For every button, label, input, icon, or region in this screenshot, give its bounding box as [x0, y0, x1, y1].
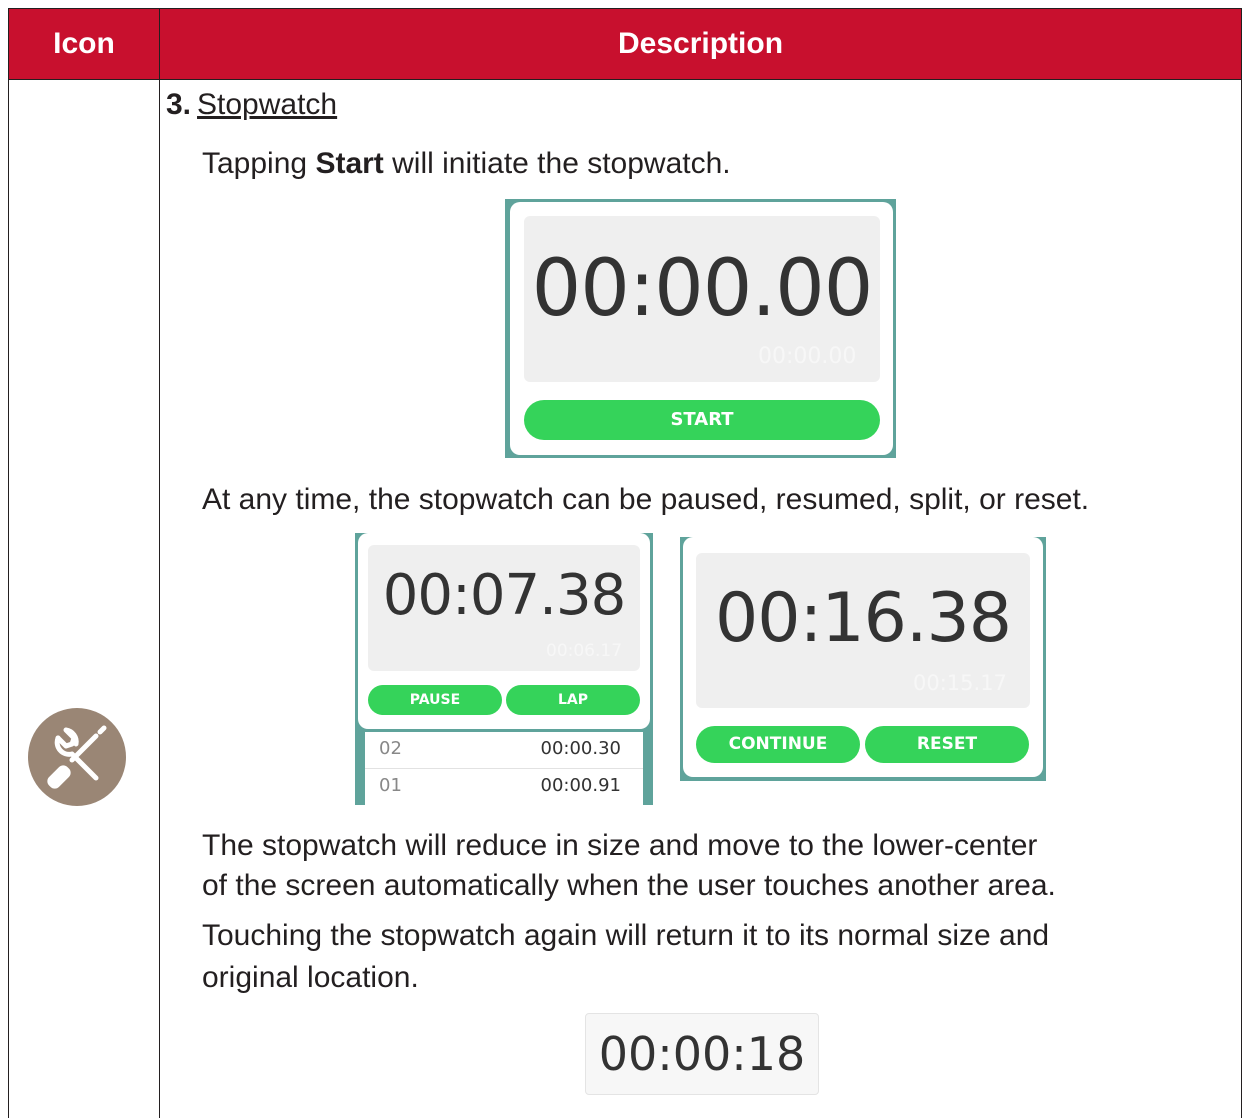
tools-icon [28, 708, 126, 806]
lap-row: 02 00:00.30 [365, 738, 643, 769]
pause-button[interactable]: PAUSE [368, 685, 502, 715]
table-header: Icon Description [9, 8, 1241, 80]
section-title: 3. Stopwatch [166, 88, 337, 122]
lap-time: 00:00.91 [540, 775, 622, 796]
text-reduce-line-4: original location. [202, 961, 419, 994]
stopwatch-figure-running: 00:07.38 00:06.17 PAUSE LAP [358, 533, 650, 729]
continue-button[interactable]: CONTINUE [696, 726, 860, 763]
mini-stopwatch[interactable]: 00:00:18 [585, 1013, 819, 1095]
section-name: Stopwatch [197, 88, 338, 121]
stopwatch-figure-paused: 00:16.38 00:15.17 CONTINUE RESET [683, 537, 1043, 777]
text-reduce-line-1: The stopwatch will reduce in size and mo… [202, 829, 1038, 862]
lap-row: 01 00:00.91 [365, 775, 643, 805]
start-button[interactable]: START [524, 400, 880, 440]
text-pause-resume: At any time, the stopwatch can be paused… [202, 483, 1090, 516]
lap-index: 02 [379, 738, 402, 759]
section-number: 3. [166, 88, 192, 121]
main-time: 00:16.38 [714, 579, 1012, 658]
lap-index: 01 [379, 775, 402, 796]
split-time: 00:06.17 [546, 641, 623, 661]
main-time: 00:07.38 [382, 563, 626, 628]
text-reduce-line-3: Touching the stopwatch again will return… [202, 919, 1050, 952]
split-time: 00:00.00 [758, 344, 857, 369]
header-icon-column: Icon [53, 27, 115, 60]
lap-time: 00:00.30 [540, 738, 622, 759]
stopwatch-figure-start: 00:00.00 00:00.00 START [510, 202, 893, 455]
text-reduce-line-2: of the screen automatically when the use… [202, 869, 1056, 902]
column-divider [159, 78, 160, 1118]
main-time: 00:00.00 [531, 244, 874, 334]
reset-button[interactable]: RESET [865, 726, 1029, 763]
lap-button[interactable]: LAP [506, 685, 640, 715]
lap-list: 02 00:00.30 01 00:00.91 [365, 732, 643, 805]
intro-text: Tapping Start will initiate the stopwatc… [202, 147, 731, 180]
split-time: 00:15.17 [913, 671, 1007, 695]
header-description-column: Description [159, 9, 1241, 79]
